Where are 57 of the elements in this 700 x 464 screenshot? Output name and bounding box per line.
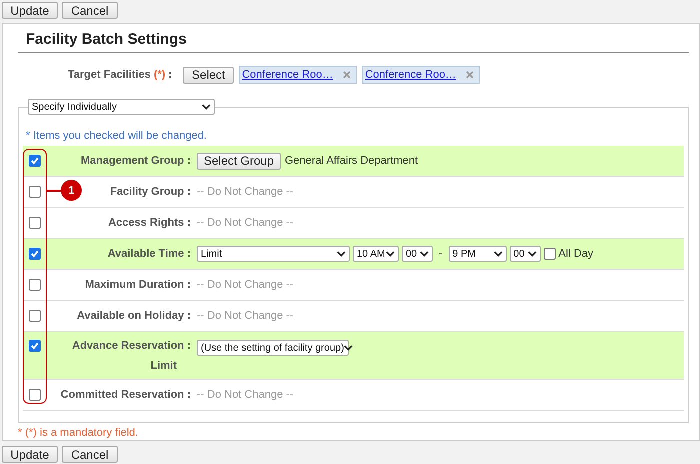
field-label: Available Time : <box>108 248 191 260</box>
chevron-icon <box>528 251 537 257</box>
mode-dropdown[interactable]: Limit <box>197 246 350 262</box>
group-name: General Affairs Department <box>285 155 418 167</box>
mandatory-note: * (*) is a mandatory field. <box>18 427 140 439</box>
remove-icon[interactable] <box>466 71 474 79</box>
checkbox[interactable] <box>29 310 41 322</box>
minute-dropdown[interactable]: 00 <box>510 246 541 262</box>
value-text: -- Do Not Change -- <box>197 217 294 229</box>
checkbox[interactable] <box>29 186 41 198</box>
value-text: -- Do Not Change -- <box>197 186 294 198</box>
required-mark: (*) <box>154 69 166 81</box>
value-text: -- Do Not Change -- <box>197 279 294 291</box>
colon: : <box>168 69 172 81</box>
mode-dropdown[interactable]: Specify Individually <box>28 99 215 115</box>
field-label: Limit <box>150 360 178 372</box>
minute-dropdown[interactable]: 00 <box>402 246 433 262</box>
chevron-icon <box>386 251 395 257</box>
range-dash: - <box>439 248 443 260</box>
hint-text: * Items you checked will be changed. <box>25 130 208 144</box>
field-label: Committed Reservation : <box>60 389 191 401</box>
checkbox[interactable] <box>29 389 41 401</box>
facility-link[interactable]: Conference Roo… <box>365 69 456 81</box>
chevron-icon <box>494 251 503 257</box>
page-title: Facility Batch Settings <box>18 31 689 53</box>
field-label: Maximum Duration : <box>85 279 191 291</box>
checkbox[interactable] <box>29 279 41 291</box>
checkbox-label: All Day <box>558 248 594 260</box>
value-text: -- Do Not Change -- <box>197 310 294 322</box>
all-day-checkbox[interactable] <box>544 248 556 260</box>
toolbar-button[interactable]: Cancel <box>62 2 118 19</box>
chevron-icon <box>344 345 354 351</box>
remove-icon[interactable] <box>343 71 352 79</box>
hour-dropdown[interactable]: 9 PM <box>448 246 507 262</box>
hour-dropdown[interactable]: 10 AM <box>353 246 399 262</box>
checkbox[interactable] <box>29 217 41 229</box>
chevron-icon <box>337 251 346 257</box>
callout-badge: 1 <box>61 180 82 201</box>
facility-link[interactable]: Conference Roo… <box>242 69 334 81</box>
field-label: Facility Group : <box>110 186 191 198</box>
field-label: Available on Holiday : <box>77 310 191 322</box>
toolbar-button[interactable]: Update <box>2 2 58 19</box>
leader-line <box>47 190 61 192</box>
toolbar-button[interactable]: Update <box>2 446 58 463</box>
chevron-icon <box>420 251 429 257</box>
field-label: Advance Reservation : <box>72 340 191 352</box>
select-button[interactable]: Select <box>183 66 234 84</box>
checkbox[interactable] <box>29 248 41 260</box>
field-label: Target Facilities <box>68 69 151 81</box>
select-group-button[interactable]: Select Group <box>197 152 281 170</box>
checkbox[interactable] <box>29 340 41 352</box>
field-label: Access Rights : <box>108 217 191 229</box>
chevron-icon <box>202 104 211 110</box>
checkbox[interactable] <box>29 155 41 167</box>
toolbar-button[interactable]: Cancel <box>62 446 118 463</box>
field-label: Management Group : <box>80 155 191 167</box>
value-text: -- Do Not Change -- <box>197 389 294 401</box>
